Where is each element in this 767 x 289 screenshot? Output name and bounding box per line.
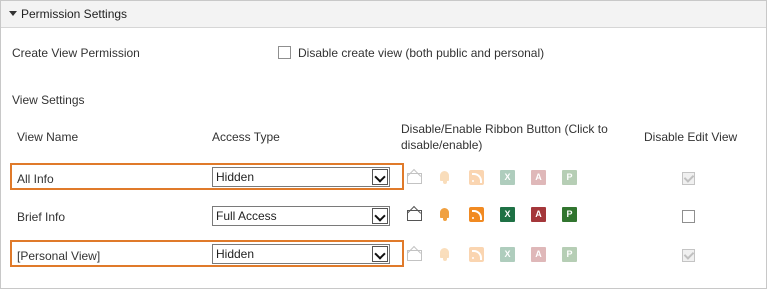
project-icon[interactable]: P — [562, 170, 577, 185]
project-icon[interactable]: P — [562, 207, 577, 222]
disable-edit-view-checkbox-all-info — [682, 172, 695, 185]
dropdown-arrow-icon[interactable] — [372, 169, 388, 185]
rss-feed-icon[interactable] — [469, 207, 484, 222]
permission-settings-panel: Permission Settings Create View Permissi… — [0, 0, 767, 289]
disable-create-view-checkbox[interactable] — [278, 46, 291, 59]
view-name-brief-info: Brief Info — [17, 210, 66, 224]
alert-bell-icon[interactable] — [437, 247, 452, 262]
email-icon[interactable] — [407, 250, 422, 261]
dropdown-arrow-icon[interactable] — [372, 208, 388, 224]
view-name-personal-view: [Personal View] — [17, 249, 101, 263]
alert-bell-icon[interactable] — [437, 207, 452, 222]
email-icon[interactable] — [407, 173, 422, 184]
email-icon[interactable] — [407, 210, 422, 221]
column-header-view-name: View Name — [17, 130, 79, 144]
dropdown-arrow-icon[interactable] — [372, 246, 388, 262]
section-header[interactable]: Permission Settings — [1, 1, 766, 28]
access-type-value: Full Access — [216, 209, 277, 223]
access-type-select-personal-view[interactable]: Hidden — [212, 244, 390, 264]
view-settings-label: View Settings — [12, 93, 85, 107]
excel-export-icon[interactable]: X — [500, 170, 515, 185]
access-icon[interactable]: A — [531, 170, 546, 185]
access-type-select-brief-info[interactable]: Full Access — [212, 206, 390, 226]
view-name-all-info: All Info — [17, 172, 54, 186]
disable-edit-view-checkbox-personal-view — [682, 249, 695, 262]
create-view-permission-label: Create View Permission — [12, 46, 140, 60]
column-header-access-type: Access Type — [212, 130, 280, 144]
project-icon[interactable]: P — [562, 247, 577, 262]
column-header-ribbon-line2: disable/enable) — [401, 138, 483, 152]
disable-create-view-label: Disable create view (both public and per… — [298, 46, 545, 60]
alert-bell-icon[interactable] — [437, 170, 452, 185]
access-type-value: Hidden — [216, 170, 255, 184]
access-type-value: Hidden — [216, 247, 255, 261]
section-title: Permission Settings — [21, 7, 128, 21]
excel-export-icon[interactable]: X — [500, 207, 515, 222]
access-icon[interactable]: A — [531, 247, 546, 262]
rss-feed-icon[interactable] — [469, 170, 484, 185]
rss-feed-icon[interactable] — [469, 247, 484, 262]
excel-export-icon[interactable]: X — [500, 247, 515, 262]
access-type-select-all-info[interactable]: Hidden — [212, 167, 390, 187]
collapse-triangle-icon[interactable] — [9, 11, 17, 16]
column-header-disable-edit-view: Disable Edit View — [644, 130, 738, 144]
access-icon[interactable]: A — [531, 207, 546, 222]
disable-edit-view-checkbox-brief-info[interactable] — [682, 210, 695, 223]
column-header-ribbon-line1: Disable/Enable Ribbon Button (Click to — [401, 122, 608, 136]
